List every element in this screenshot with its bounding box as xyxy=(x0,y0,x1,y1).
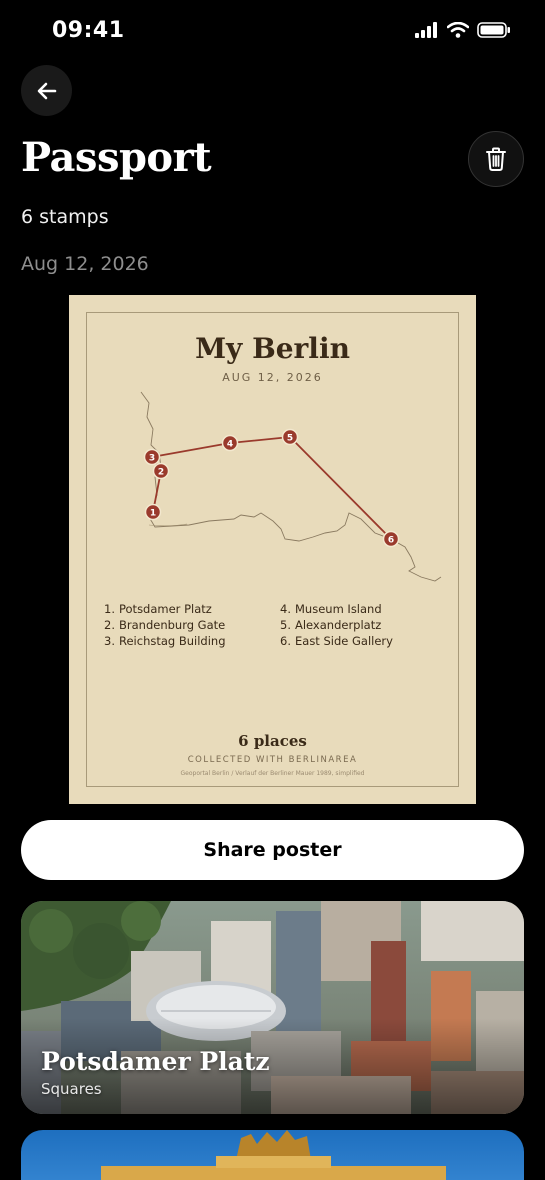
marker-1: 1 xyxy=(144,503,162,521)
marker-label-1: 1 xyxy=(150,509,156,519)
list-item: 4. Museum Island xyxy=(280,601,393,617)
place-name: Brandenburg Gate xyxy=(119,618,226,632)
place-num: 2. xyxy=(104,618,115,632)
status-icons xyxy=(415,22,511,38)
marker-label-4: 4 xyxy=(227,440,233,450)
list-item: 6. East Side Gallery xyxy=(280,633,393,649)
wifi-icon xyxy=(447,22,469,38)
list-item: 5. Alexanderplatz xyxy=(280,617,393,633)
place-num: 4. xyxy=(280,602,291,616)
marker-3: 3 xyxy=(143,448,161,466)
marker-label-3: 3 xyxy=(149,454,155,464)
place-name: Reichstag Building xyxy=(119,634,226,648)
list-item: 3. Reichstag Building xyxy=(104,633,226,649)
place-card-brandenburg-gate[interactable] xyxy=(21,1130,524,1180)
back-arrow-icon xyxy=(37,82,56,99)
place-name: East Side Gallery xyxy=(295,634,393,648)
poster-count: 6 places xyxy=(238,732,307,750)
wall-outline xyxy=(140,391,442,582)
place-photo xyxy=(21,1130,524,1180)
page-title: Passport xyxy=(21,134,212,181)
place-card-potsdamer-platz[interactable]: Potsdamer Platz Squares xyxy=(21,901,524,1114)
place-num: 1. xyxy=(104,602,115,616)
marker-2: 2 xyxy=(152,462,170,480)
list-item: 2. Brandenburg Gate xyxy=(104,617,226,633)
place-name: Museum Island xyxy=(295,602,382,616)
card-category: Squares xyxy=(41,1080,102,1098)
route-line xyxy=(151,436,392,540)
place-list-left: 1. Potsdamer Platz 2. Brandenburg Gate 3. R… xyxy=(104,601,226,649)
delete-button[interactable] xyxy=(468,131,524,187)
poster-collected: COLLECTED WITH BERLINAREA xyxy=(187,755,358,765)
poster-source: Geoportal Berlin / Verlauf der Berliner … xyxy=(180,770,365,777)
share-poster-button[interactable]: Share poster xyxy=(21,820,524,880)
marker-4: 4 xyxy=(221,434,239,452)
trash-icon xyxy=(486,147,506,171)
card-title: Potsdamer Platz xyxy=(41,1047,270,1076)
place-num: 3. xyxy=(104,634,115,648)
signal-icon xyxy=(415,22,437,38)
place-num: 6. xyxy=(280,634,291,648)
place-num: 5. xyxy=(280,618,291,632)
list-item: 1. Potsdamer Platz xyxy=(104,601,226,617)
back-button[interactable] xyxy=(21,65,72,116)
marker-label-2: 2 xyxy=(158,468,164,478)
poster-map: 1 2 3 4 5 6 xyxy=(140,391,442,582)
stamp-count: 6 stamps xyxy=(21,206,109,228)
marker-label-6: 6 xyxy=(388,536,394,546)
status-bar: 09:41 xyxy=(0,0,545,62)
place-name: Potsdamer Platz xyxy=(119,602,212,616)
marker-label-5: 5 xyxy=(287,434,293,444)
marker-6: 6 xyxy=(382,530,400,548)
battery-icon xyxy=(477,22,510,38)
status-time: 09:41 xyxy=(52,18,125,43)
passport-date: Aug 12, 2026 xyxy=(21,253,149,275)
place-name: Alexanderplatz xyxy=(295,618,382,632)
marker-5: 5 xyxy=(281,428,299,446)
place-list-right: 4. Museum Island 5. Alexanderplatz 6. East … xyxy=(280,601,393,649)
